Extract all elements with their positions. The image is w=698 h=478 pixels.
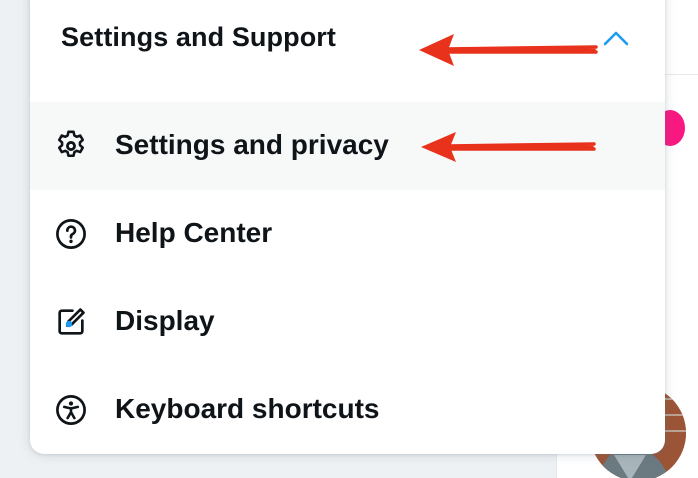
screenshot-stage: Settings and Support Settings and privac… (0, 0, 698, 478)
chevron-up-icon[interactable] (602, 28, 630, 48)
accessibility-icon (54, 393, 88, 427)
help-circle-icon (54, 217, 88, 251)
menu-item-label: Keyboard shortcuts (115, 393, 380, 424)
background-divider (664, 74, 698, 75)
menu-item-label: Display (115, 305, 215, 336)
annotation-arrow-header (419, 34, 598, 66)
menu-item-label: Help Center (115, 217, 273, 248)
display-edit-icon (54, 305, 88, 339)
menu-item-keyboard-shortcuts[interactable]: Keyboard shortcuts (30, 366, 665, 454)
annotation-arrow-settings (421, 132, 596, 162)
gear-icon (54, 129, 88, 163)
menu-item-label: Settings and privacy (115, 129, 389, 160)
menu-item-help-center[interactable]: Help Center (30, 190, 665, 278)
section-title: Settings and Support (61, 22, 336, 52)
menu-item-display[interactable]: Display (30, 278, 665, 366)
